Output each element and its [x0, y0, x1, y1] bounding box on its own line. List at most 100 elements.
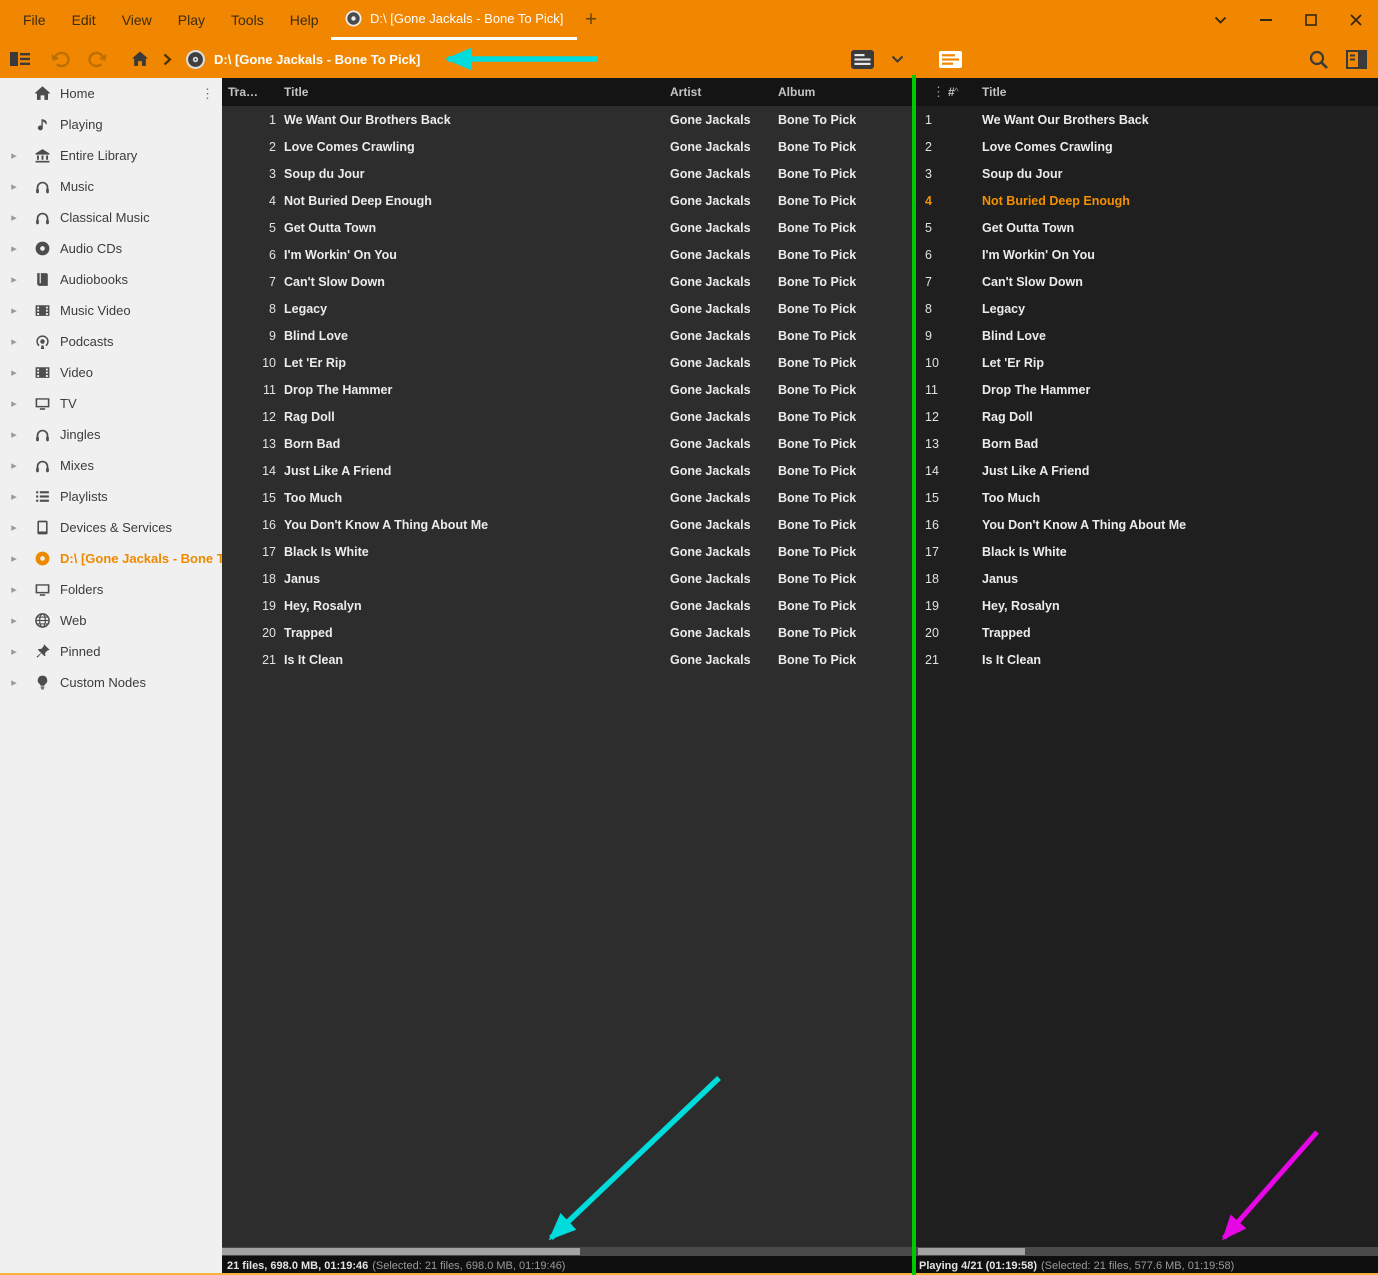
expand-arrow-icon[interactable]: ▸ [0, 552, 22, 565]
now-playing-toggle-button[interactable] [938, 40, 963, 78]
sidebar-item-video[interactable]: ▸Video [0, 357, 222, 388]
track-row[interactable]: 15Too MuchGone JackalsBone To Pick [222, 484, 914, 511]
menu-view[interactable]: View [109, 0, 165, 40]
now-playing-row[interactable]: 1We Want Our Brothers Back [914, 106, 1378, 133]
now-playing-row[interactable]: 17Black Is White [914, 538, 1378, 565]
expand-arrow-icon[interactable]: ▸ [0, 645, 22, 658]
expand-arrow-icon[interactable]: ▸ [0, 614, 22, 627]
menu-edit[interactable]: Edit [59, 0, 109, 40]
scrollbar-thumb[interactable] [918, 1248, 1025, 1255]
horizontal-scrollbar[interactable] [914, 1247, 1378, 1256]
now-playing-row[interactable]: 3Soup du Jour [914, 160, 1378, 187]
expand-arrow-icon[interactable]: ▸ [0, 335, 22, 348]
panel-options-icon[interactable]: ⋮ [932, 78, 945, 106]
track-row[interactable]: 1We Want Our Brothers BackGone JackalsBo… [222, 106, 914, 133]
expand-arrow-icon[interactable]: ▸ [0, 397, 22, 410]
sidebar-item-home[interactable]: Home⋮ [0, 78, 222, 109]
track-row[interactable]: 11Drop The HammerGone JackalsBone To Pic… [222, 376, 914, 403]
now-playing-row[interactable]: 16You Don't Know A Thing About Me [914, 511, 1378, 538]
sidebar-item-playing[interactable]: Playing [0, 109, 222, 140]
redo-button[interactable] [86, 40, 108, 78]
track-row[interactable]: 8LegacyGone JackalsBone To Pick [222, 295, 914, 322]
view-mode-dropdown[interactable] [891, 40, 904, 78]
now-playing-row[interactable]: 21Is It Clean [914, 646, 1378, 673]
minimize-button[interactable] [1243, 0, 1288, 40]
now-playing-row[interactable]: 7Can't Slow Down [914, 268, 1378, 295]
sidebar-options-icon[interactable]: ⋮ [201, 86, 214, 102]
view-mode-button[interactable] [850, 40, 875, 78]
track-row[interactable]: 5Get Outta TownGone JackalsBone To Pick [222, 214, 914, 241]
home-button[interactable] [131, 40, 149, 78]
track-row[interactable]: 13Born BadGone JackalsBone To Pick [222, 430, 914, 457]
sidebar-item-tv[interactable]: ▸TV [0, 388, 222, 419]
sidebar-item-mixes[interactable]: ▸Mixes [0, 450, 222, 481]
column-header-artist[interactable]: Artist [670, 78, 701, 106]
now-playing-row[interactable]: 20Trapped [914, 619, 1378, 646]
sidebar-item-web[interactable]: ▸Web [0, 605, 222, 636]
sidebar-toggle-button[interactable] [10, 40, 30, 78]
sidebar-item-d-gone-jackals-bone-to[interactable]: ▸D:\ [Gone Jackals - Bone To [0, 543, 222, 574]
sidebar-item-playlists[interactable]: ▸Playlists [0, 481, 222, 512]
tab-current[interactable]: D:\ [Gone Jackals - Bone To Pick] [331, 0, 577, 40]
search-button[interactable] [1308, 40, 1329, 78]
now-playing-row[interactable]: 12Rag Doll [914, 403, 1378, 430]
expand-arrow-icon[interactable]: ▸ [0, 149, 22, 162]
sidebar-item-custom-nodes[interactable]: ▸Custom Nodes [0, 667, 222, 698]
expand-arrow-icon[interactable]: ▸ [0, 242, 22, 255]
undo-button[interactable] [50, 40, 72, 78]
track-row[interactable]: 4Not Buried Deep EnoughGone JackalsBone … [222, 187, 914, 214]
track-row[interactable]: 9Blind LoveGone JackalsBone To Pick [222, 322, 914, 349]
track-row[interactable]: 6I'm Workin' On YouGone JackalsBone To P… [222, 241, 914, 268]
expand-arrow-icon[interactable]: ▸ [0, 459, 22, 472]
sidebar-item-classical-music[interactable]: ▸Classical Music [0, 202, 222, 233]
expand-arrow-icon[interactable]: ▸ [0, 521, 22, 534]
menu-file[interactable]: File [10, 0, 59, 40]
sidebar-item-jingles[interactable]: ▸Jingles [0, 419, 222, 450]
expand-arrow-icon[interactable]: ▸ [0, 304, 22, 317]
sidebar-item-music[interactable]: ▸Music [0, 171, 222, 202]
maximize-button[interactable] [1288, 0, 1333, 40]
sidebar-item-devices-services[interactable]: ▸Devices & Services [0, 512, 222, 543]
sidebar-item-folders[interactable]: ▸Folders [0, 574, 222, 605]
sidebar-item-audio-cds[interactable]: ▸Audio CDs [0, 233, 222, 264]
now-playing-row[interactable]: 5Get Outta Town [914, 214, 1378, 241]
track-row[interactable]: 3Soup du JourGone JackalsBone To Pick [222, 160, 914, 187]
expand-arrow-icon[interactable]: ▸ [0, 180, 22, 193]
track-row[interactable]: 18JanusGone JackalsBone To Pick [222, 565, 914, 592]
now-playing-row[interactable]: 10Let 'Er Rip [914, 349, 1378, 376]
track-row[interactable]: 21Is It CleanGone JackalsBone To Pick [222, 646, 914, 673]
sidebar-item-music-video[interactable]: ▸Music Video [0, 295, 222, 326]
expand-arrow-icon[interactable]: ▸ [0, 583, 22, 596]
now-playing-row[interactable]: 8Legacy [914, 295, 1378, 322]
now-playing-row[interactable]: 18Janus [914, 565, 1378, 592]
scrollbar-thumb[interactable] [222, 1248, 580, 1255]
panel-layout-button[interactable] [1346, 40, 1367, 78]
now-playing-row[interactable]: 6I'm Workin' On You [914, 241, 1378, 268]
track-row[interactable]: 16You Don't Know A Thing About MeGone Ja… [222, 511, 914, 538]
now-playing-row[interactable]: 13Born Bad [914, 430, 1378, 457]
expand-arrow-icon[interactable]: ▸ [0, 490, 22, 503]
track-row[interactable]: 19Hey, RosalynGone JackalsBone To Pick [222, 592, 914, 619]
track-row[interactable]: 7Can't Slow DownGone JackalsBone To Pick [222, 268, 914, 295]
expand-arrow-icon[interactable]: ▸ [0, 273, 22, 286]
expand-arrow-icon[interactable]: ▸ [0, 428, 22, 441]
now-playing-row[interactable]: 19Hey, Rosalyn [914, 592, 1378, 619]
track-row[interactable]: 10Let 'Er RipGone JackalsBone To Pick [222, 349, 914, 376]
now-playing-row-current[interactable]: 4Not Buried Deep Enough [914, 187, 1378, 214]
track-row[interactable]: 17Black Is WhiteGone JackalsBone To Pick [222, 538, 914, 565]
now-playing-row[interactable]: 9Blind Love [914, 322, 1378, 349]
track-row[interactable]: 12Rag DollGone JackalsBone To Pick [222, 403, 914, 430]
column-header-album[interactable]: Album [778, 78, 815, 106]
sidebar-item-podcasts[interactable]: ▸Podcasts [0, 326, 222, 357]
column-header-title[interactable]: Title [284, 78, 308, 106]
menu-tools[interactable]: Tools [218, 0, 277, 40]
menu-help[interactable]: Help [277, 0, 332, 40]
new-tab-button[interactable]: + [578, 0, 604, 40]
menu-play[interactable]: Play [165, 0, 218, 40]
expand-arrow-icon[interactable]: ▸ [0, 676, 22, 689]
now-playing-row[interactable]: 15Too Much [914, 484, 1378, 511]
now-playing-row[interactable]: 11Drop The Hammer [914, 376, 1378, 403]
now-playing-row[interactable]: 2Love Comes Crawling [914, 133, 1378, 160]
horizontal-scrollbar[interactable] [222, 1247, 914, 1256]
close-button[interactable] [1333, 0, 1378, 40]
